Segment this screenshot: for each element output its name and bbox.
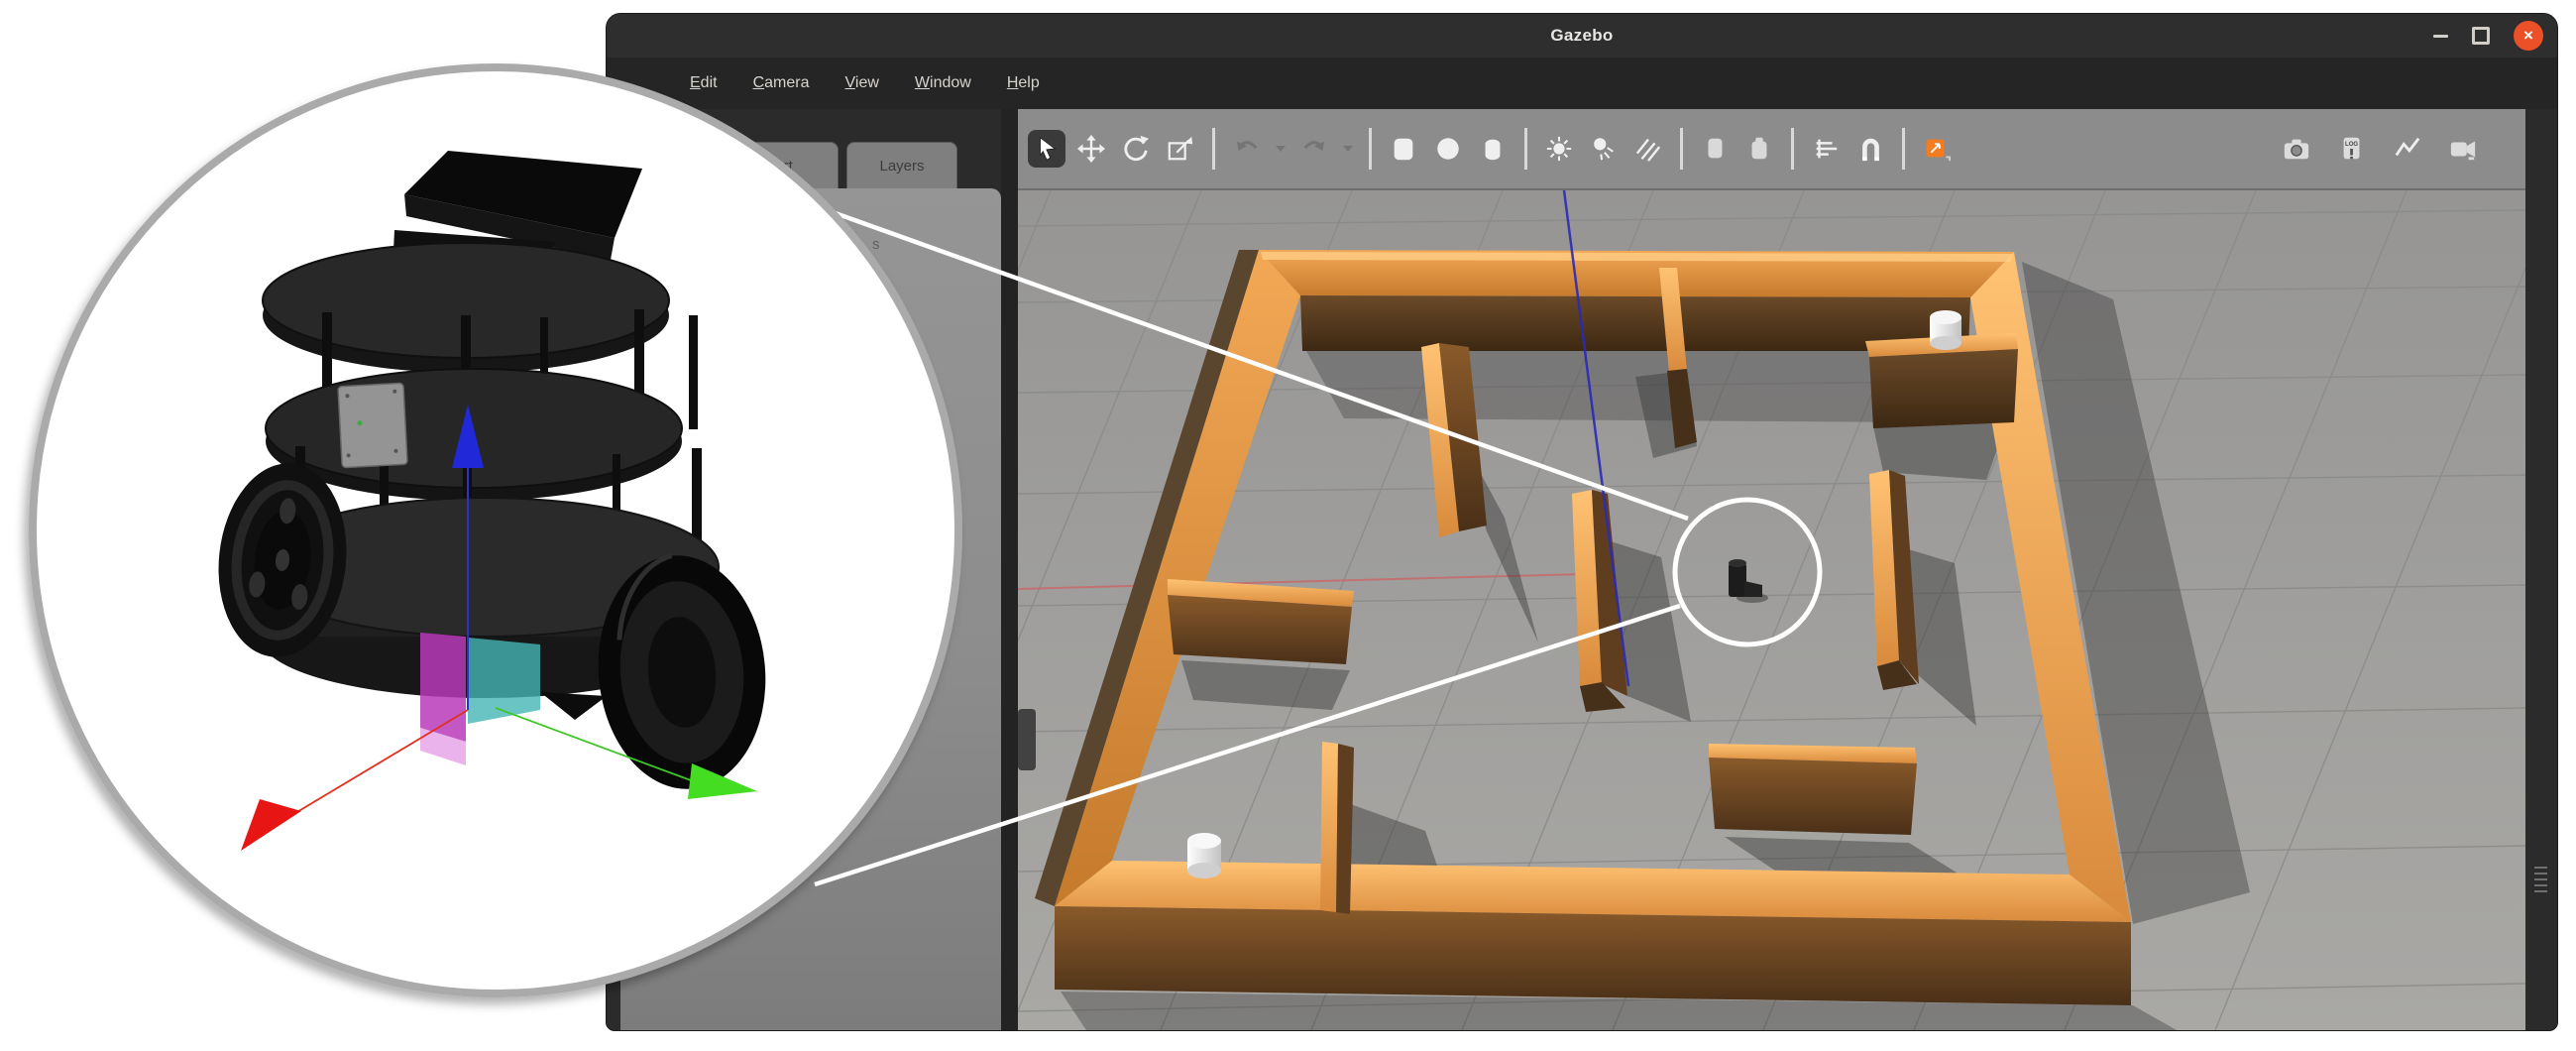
cylinder-icon — [1479, 135, 1507, 163]
figure-canvas: { "figure": { "background_color": "#ffff… — [0, 0, 2576, 1051]
spot-light-icon — [1590, 135, 1618, 163]
white-cylinder-top-right[interactable] — [1930, 310, 1961, 350]
copy-button[interactable] — [1696, 130, 1734, 168]
gazebo-window: Gazebo × Edit Camera View Window Help In… — [607, 14, 2557, 1030]
select-tool-button[interactable] — [1028, 130, 1065, 168]
spot-light-button[interactable] — [1585, 130, 1623, 168]
toolbar-separator — [1902, 128, 1905, 170]
left-panel: Insert Layers s — [620, 109, 1001, 1030]
robot-collision-box-magenta — [420, 633, 466, 742]
maximize-icon — [2472, 27, 2490, 45]
menu-camera[interactable]: Camera — [753, 74, 810, 92]
panel-collapse-handle[interactable] — [1018, 709, 1036, 770]
pose-box-icon — [1923, 135, 1951, 163]
undo-history-button[interactable] — [1273, 130, 1288, 168]
window-controls: × — [2433, 14, 2543, 58]
paste-icon — [1745, 135, 1773, 163]
toolbar-separator — [1524, 128, 1527, 170]
toolbar-separator — [1369, 128, 1372, 170]
undo-icon — [1233, 135, 1261, 163]
point-light-button[interactable] — [1540, 130, 1578, 168]
robot-left-wheel — [209, 457, 356, 663]
chevron-down-icon — [1342, 145, 1354, 153]
menu-help[interactable]: Help — [1007, 74, 1040, 92]
plot-window-button[interactable] — [2389, 130, 2426, 168]
menu-view[interactable]: View — [845, 74, 879, 92]
copy-icon — [1701, 135, 1729, 163]
window-body: Insert Layers s — [607, 109, 2557, 1030]
diagonal-rays-icon — [1634, 135, 1662, 163]
insert-sphere-button[interactable] — [1429, 130, 1467, 168]
window-title: Gazebo — [1550, 26, 1613, 46]
window-right-frame — [2525, 109, 2557, 1030]
viewport-toolbar: LOG — [1018, 109, 2525, 190]
scene-render — [1018, 190, 2525, 1030]
magnet-icon — [1856, 135, 1884, 163]
toolbar-right-group: LOG — [2278, 130, 2482, 168]
redo-button[interactable] — [1295, 130, 1333, 168]
robot-x-axis — [266, 710, 468, 831]
menu-edit[interactable]: Edit — [690, 74, 718, 92]
title-bar[interactable]: Gazebo × — [607, 14, 2557, 58]
robot-gray-plate — [338, 383, 407, 467]
chevron-down-icon — [1275, 145, 1287, 153]
plot-line-icon — [2394, 135, 2421, 163]
toolbar-separator — [1680, 128, 1683, 170]
edit-model-pose-button[interactable] — [1918, 130, 1956, 168]
rotate-tool-button[interactable] — [1117, 130, 1155, 168]
log-data-button[interactable]: LOG — [2333, 130, 2371, 168]
close-button[interactable]: × — [2514, 21, 2543, 51]
sphere-icon — [1434, 135, 1462, 163]
scale-icon — [1167, 135, 1194, 163]
redo-history-button[interactable] — [1340, 130, 1356, 168]
rotate-icon — [1122, 135, 1150, 163]
paste-button[interactable] — [1740, 130, 1778, 168]
robot-collision-box-cyan — [468, 638, 540, 724]
redo-icon — [1300, 135, 1328, 163]
box-icon — [1390, 135, 1417, 163]
record-video-button[interactable] — [2444, 130, 2482, 168]
window-left-frame — [607, 109, 620, 1030]
minimize-button[interactable] — [2433, 35, 2448, 38]
align-icon — [1812, 135, 1840, 163]
tab-layers[interactable]: Layers — [846, 142, 957, 188]
video-camera-icon — [2449, 135, 2477, 163]
menu-window[interactable]: Window — [915, 74, 971, 92]
scene-3d[interactable] — [1018, 190, 2525, 1030]
sun-icon — [1545, 135, 1573, 163]
minimize-icon — [2433, 35, 2448, 38]
translate-tool-button[interactable] — [1072, 130, 1110, 168]
render-viewport: LOG — [1018, 109, 2525, 1030]
screenshot-button[interactable] — [2278, 130, 2315, 168]
undo-button[interactable] — [1228, 130, 1266, 168]
snap-button[interactable] — [1851, 130, 1889, 168]
robot-z-axis-arrow — [452, 405, 484, 468]
svg-text:LOG: LOG — [2345, 142, 2358, 148]
directional-light-button[interactable] — [1629, 130, 1667, 168]
scale-tool-button[interactable] — [1162, 130, 1199, 168]
robot-x-axis-arrow — [241, 799, 301, 851]
panel-content[interactable]: s — [620, 188, 1001, 1030]
align-button[interactable] — [1807, 130, 1845, 168]
panel-tab-row: Insert Layers — [620, 109, 1001, 188]
insert-cylinder-button[interactable] — [1474, 130, 1512, 168]
move-icon — [1077, 135, 1105, 163]
white-cylinder-bottom-left[interactable] — [1187, 833, 1221, 878]
maximize-button[interactable] — [2472, 27, 2490, 45]
toolbar-separator — [1791, 128, 1794, 170]
insert-box-button[interactable] — [1385, 130, 1422, 168]
resize-grip[interactable] — [2534, 867, 2547, 896]
panel-partial-text: s — [872, 236, 880, 253]
menu-bar: Edit Camera View Window Help — [607, 58, 2557, 109]
close-icon: × — [2523, 26, 2533, 46]
tab-insert[interactable]: Insert — [710, 142, 839, 188]
toolbar-separator — [1212, 128, 1215, 170]
log-document-icon: LOG — [2338, 135, 2366, 163]
panel-splitter[interactable] — [1001, 109, 1018, 1030]
camera-icon — [2283, 135, 2310, 163]
select-arrow-icon — [1033, 135, 1061, 163]
